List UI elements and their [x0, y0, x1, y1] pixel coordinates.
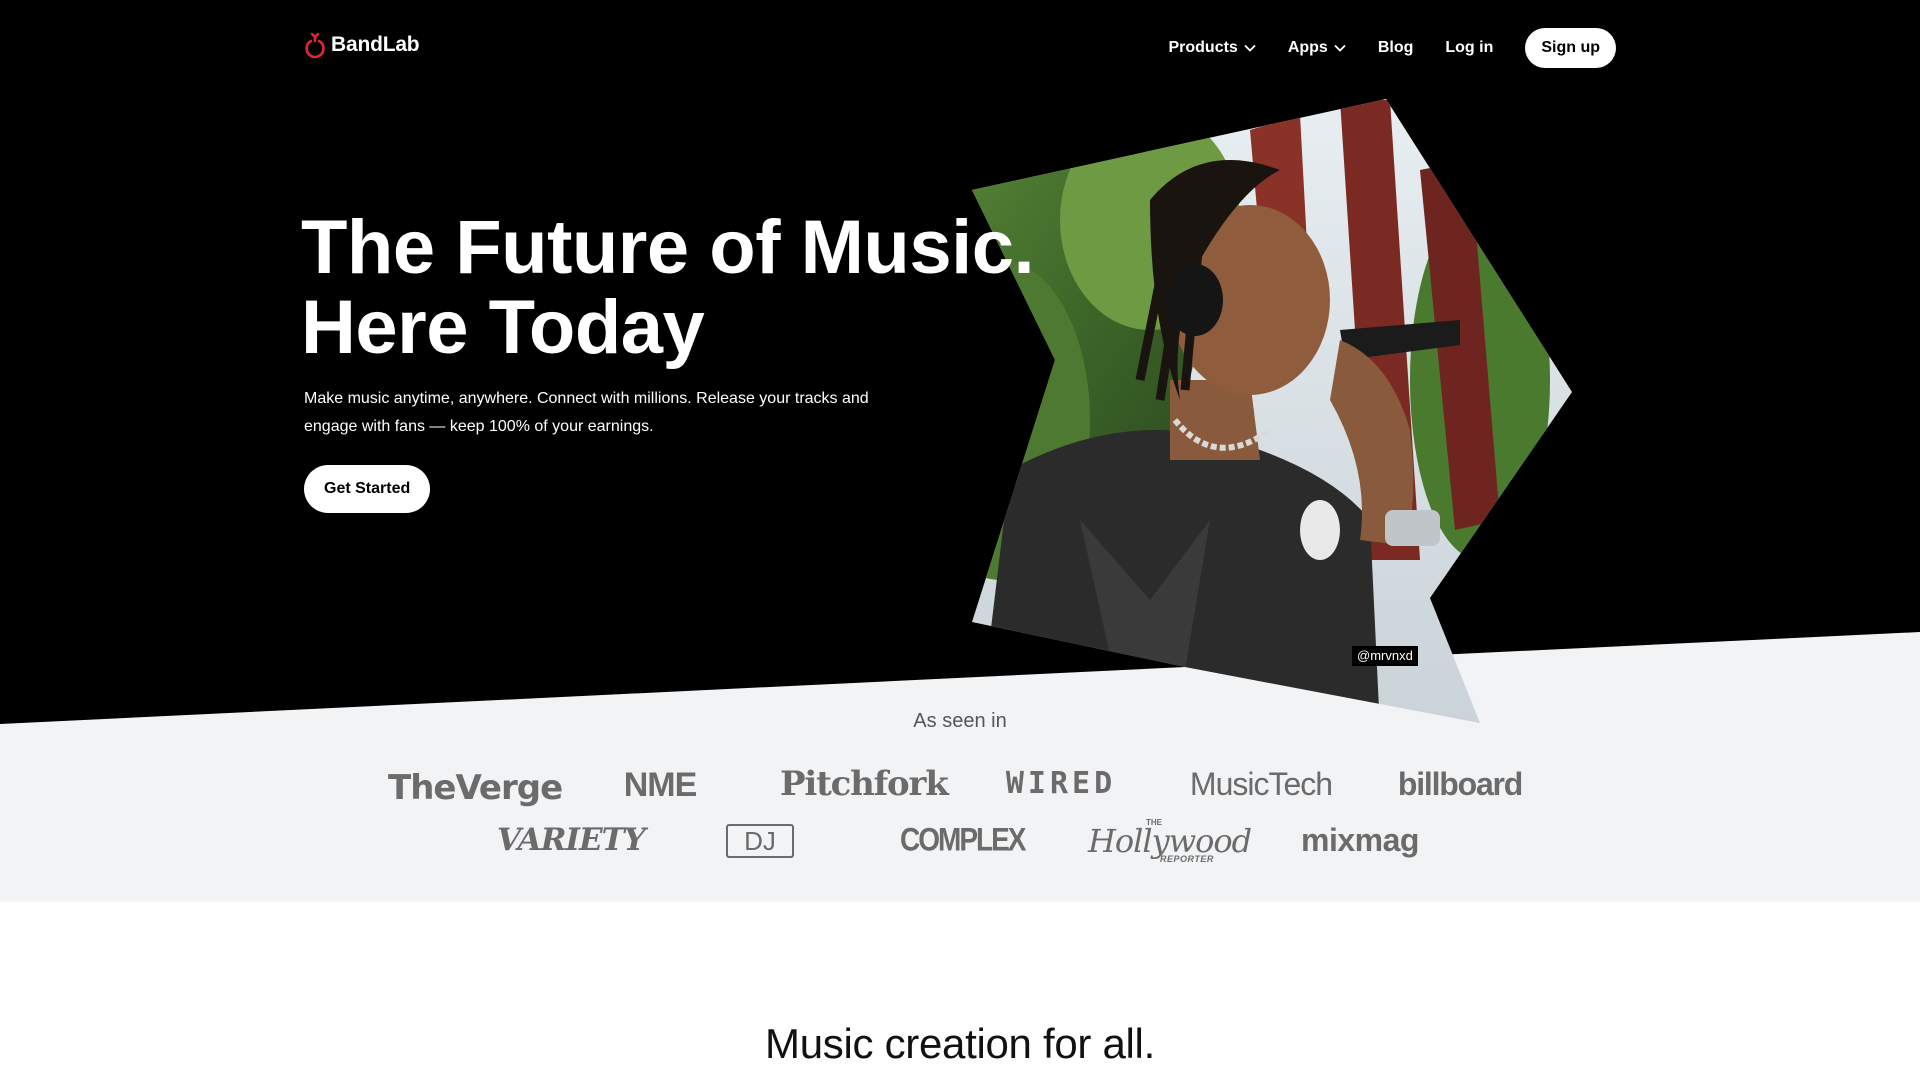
hollywood-reporter-logo: THE Hollywood REPORTER	[1088, 818, 1252, 864]
wired-logo: WIRED	[996, 766, 1126, 801]
hero-title: The Future of Music. Here Today	[301, 205, 1035, 370]
dj-logo-text: DJ	[744, 826, 776, 856]
pitchfork-logo: Pitchfork	[780, 764, 949, 804]
variety-logo-text: VARIETY	[497, 822, 646, 858]
musictech-logo: MusicTech	[1186, 766, 1336, 803]
nav-links: Products Apps Blog Log in Sign up	[1168, 28, 1616, 68]
dj-logo: DJ	[726, 824, 794, 858]
billboard-logo-text: billboard	[1397, 766, 1524, 802]
nav-blog[interactable]: Blog	[1378, 39, 1414, 57]
nav-apps-label: Apps	[1287, 39, 1328, 56]
get-started-button[interactable]: Get Started	[304, 465, 431, 513]
variety-logo: VARIETY	[497, 822, 646, 858]
billboard-logo: billboard	[1392, 766, 1528, 803]
nav-login[interactable]: Log in	[1445, 39, 1493, 57]
bandlab-logo[interactable]: BandLab	[304, 32, 420, 58]
nme-logo-text: NME	[623, 766, 698, 804]
hero-photo	[972, 99, 1572, 723]
pitchfork-logo-text: Pitchfork	[780, 764, 949, 804]
brand-name: BandLab	[331, 33, 420, 56]
nav-products[interactable]: Products	[1168, 39, 1256, 57]
the-verge-logo-text: TheVerge	[388, 768, 563, 808]
complex-logo-text: COMPLEX	[900, 821, 1026, 858]
wired-logo-text: WIRED	[1005, 766, 1117, 801]
musictech-logo-text: MusicTech	[1189, 766, 1333, 802]
nav-apps[interactable]: Apps	[1288, 39, 1346, 57]
section-title: Music creation for all.	[765, 1020, 1155, 1067]
hero-title-line1: The Future of Music.	[301, 205, 1035, 290]
hollywood-reporter-text: REPORTER	[1160, 854, 1214, 864]
top-nav: BandLab Products Apps Blog Log in Sign u…	[0, 0, 1920, 95]
photo-credit: @mrvnxd	[1352, 646, 1418, 666]
hero-subtitle: Make music anytime, anywhere. Connect wi…	[304, 390, 869, 435]
mixmag-logo-text: mixmag	[1301, 822, 1419, 858]
chevron-down-icon	[1334, 44, 1346, 52]
complex-logo: COMPLEX	[900, 822, 1026, 859]
nme-logo: NME	[610, 766, 710, 805]
nav-products-label: Products	[1168, 39, 1238, 56]
as-seen-in-label: As seen in	[913, 710, 1007, 732]
bandlab-logo-icon	[305, 32, 325, 58]
chevron-down-icon	[1244, 44, 1256, 52]
signup-button[interactable]: Sign up	[1525, 28, 1616, 68]
mixmag-logo: mixmag	[1290, 822, 1430, 859]
the-verge-logo: TheVerge	[388, 768, 563, 808]
hero-title-line2: Here Today	[301, 285, 705, 370]
